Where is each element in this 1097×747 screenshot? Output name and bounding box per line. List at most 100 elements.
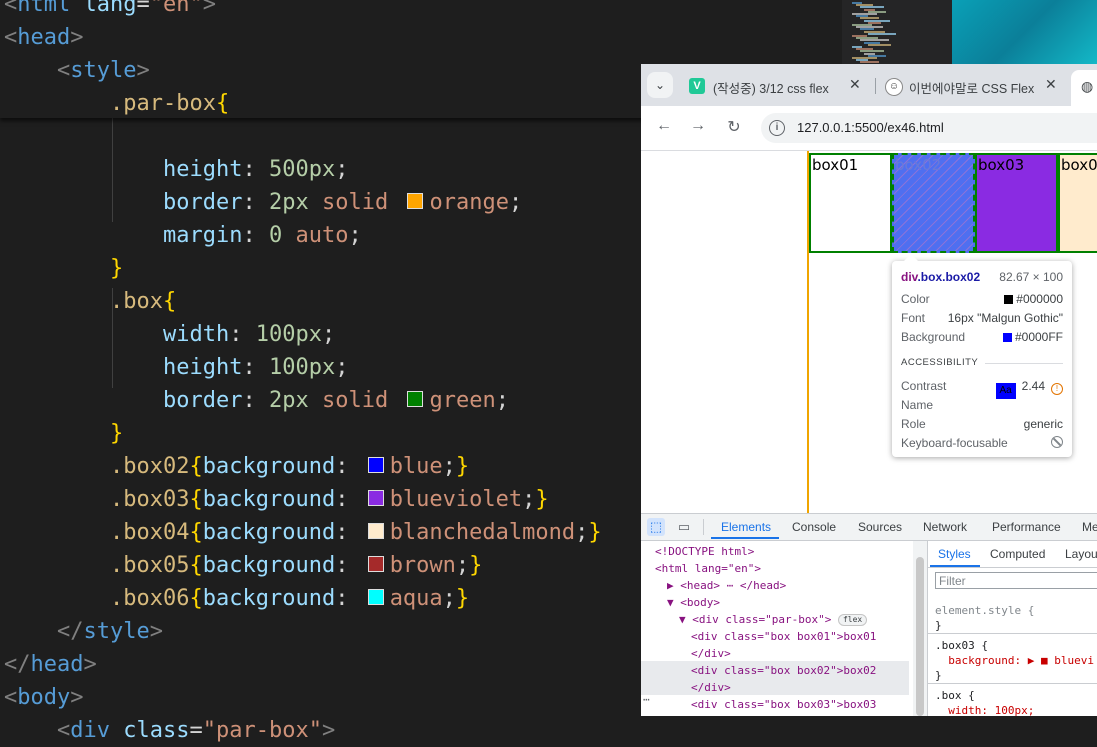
tab-styles[interactable]: Styles [938,547,971,561]
tab-network[interactable]: Network [923,520,967,534]
code-line[interactable]: } [110,417,123,450]
code-line[interactable]: .box05{background: brown;} [110,549,482,582]
dom-node[interactable]: </div> [691,645,731,662]
code-token: .box03 [110,487,190,512]
color-swatch[interactable] [407,391,424,407]
code-line[interactable]: border: 2px solid orange; [163,186,522,219]
device-toolbar-icon[interactable]: ▭ [675,518,693,536]
color-swatch[interactable] [367,457,384,473]
code-line[interactable]: <div class="par-box"> [57,714,335,747]
warning-icon: ! [1051,383,1063,395]
tab-sources[interactable]: Sources [858,520,902,534]
code-token: html [17,0,71,17]
dom-node[interactable]: ▼ <body> [667,594,720,611]
dom-node[interactable]: <div class="box box02">box02 [691,662,876,679]
code-line[interactable]: } [110,252,123,285]
code-line[interactable]: <head> [4,21,83,54]
reload-icon[interactable]: ↻ [723,117,745,137]
code-line[interactable]: .box04{background: blanchedalmond;} [110,516,602,549]
code-token: { [189,487,203,512]
code-line[interactable]: border: 2px solid green; [163,384,509,417]
code-line[interactable]: </style> [57,615,163,648]
code-token: .box04 [110,520,190,545]
color-swatch[interactable] [367,490,384,506]
code-token: </ [4,652,31,677]
inspect-element-icon[interactable]: ⬚ [647,518,665,536]
code-token: : [242,355,269,380]
style-rule-line[interactable]: } [935,618,942,633]
code-token: { [189,520,203,545]
tooltip-color-value-wrap: #000000 [1004,291,1063,307]
tab-more[interactable]: Me [1082,520,1097,534]
styles-filter-input[interactable]: Filter [935,572,1097,589]
box01: box01 [809,153,892,253]
code-line[interactable]: .box03{background: blueviolet;} [110,483,549,516]
code-token: background [202,553,336,578]
globe-icon: ◍ [1081,78,1094,94]
code-token: = [189,718,203,743]
code-token: ; [455,553,470,578]
back-arrow-icon[interactable]: ← [653,117,675,135]
code-token: 2px [268,388,309,413]
dom-node[interactable]: ▼ <div class="par-box"> flex [679,611,868,628]
close-tab-icon[interactable]: ✕ [1045,76,1057,93]
tab-console[interactable]: Console [792,520,836,534]
tooltip-caret [904,254,918,261]
forward-arrow-icon[interactable]: → [687,117,709,135]
style-rule-line[interactable]: .box03 { [935,638,988,653]
tooltip-font-value: 16px "Malgun Gothic" [947,311,1063,325]
code-line[interactable]: </head> [4,648,97,681]
dom-node[interactable]: <!DOCTYPE html> [655,543,754,560]
code-token: ; [495,388,509,413]
code-line[interactable]: .box02{background: blue;} [110,450,469,483]
code-line[interactable]: margin: 0 auto; [163,219,362,252]
code-line[interactable]: .box{ [110,285,176,318]
style-rule-line[interactable]: width: 100px; [935,703,1034,716]
color-swatch[interactable] [407,193,424,209]
close-tab-icon[interactable]: ✕ [849,76,861,93]
tab-computed[interactable]: Computed [990,547,1045,561]
code-token: style [83,619,150,644]
color-swatch[interactable] [367,556,384,572]
scrollbar-thumb[interactable] [916,557,924,716]
code-line[interactable]: <body> [4,681,83,714]
divider [985,363,1063,364]
style-rule-line[interactable]: element.style { [935,603,1034,618]
tab-search-chevron-icon[interactable]: ⌄ [647,72,673,98]
style-rule-line[interactable]: .box { [935,688,975,703]
tab-layout[interactable]: Layou [1065,547,1097,561]
code-token: { [189,553,203,578]
code-line[interactable]: <html lang="en"> [4,0,216,21]
dom-node[interactable]: <div class="box box01">box01 [691,628,876,645]
style-rule-line[interactable]: background: ▶ ■ bluevi [935,653,1094,668]
minimap[interactable] [842,0,952,64]
code-line[interactable]: <style> [57,54,150,87]
code-line[interactable]: .box06{background: aqua;} [110,582,469,615]
tab-performance[interactable]: Performance [992,520,1061,534]
tab-elements[interactable]: Elements [721,520,771,534]
code-line[interactable]: .par-box{ [110,87,229,120]
flex-badge[interactable]: flex [837,614,868,626]
tab-active[interactable]: ◍ [1071,70,1097,106]
dom-node[interactable]: <div class="box box03">box03 [691,696,876,713]
code-line[interactable]: height: 100px; [163,351,348,384]
address-bar[interactable]: i 127.0.0.1:5500/ex46.html [761,113,1097,143]
style-rule-line[interactable]: } [935,668,942,683]
box01-label: box01 [812,156,859,174]
color-swatch[interactable] [367,523,384,539]
dom-scrollbar[interactable] [913,541,927,716]
code-line[interactable]: height: 500px; [163,153,348,186]
color-swatch[interactable] [367,589,384,605]
dom-node[interactable]: </div> [691,679,731,696]
more-options-icon[interactable]: ⋯ [643,693,650,706]
page-viewport: box01 box02 box03 box04 div.box.box02 82… [641,151,1097,513]
dom-node[interactable]: ▶ <head> ⋯ </head> [667,577,786,594]
tab-css-flex-draft[interactable]: V (작성중) 3/12 css flex ✕ [689,70,865,106]
site-info-icon[interactable]: i [769,120,785,136]
dom-tree[interactable]: ⋯ <!DOCTYPE html> <html lang="en"> ▶ <head… [641,541,913,716]
tab-css-flex-article[interactable]: ☺ 이번에야말로 CSS Flex ✕ [885,70,1061,106]
dom-node[interactable]: <html lang="en"> [655,560,761,577]
code-line[interactable]: width: 100px; [163,318,335,351]
